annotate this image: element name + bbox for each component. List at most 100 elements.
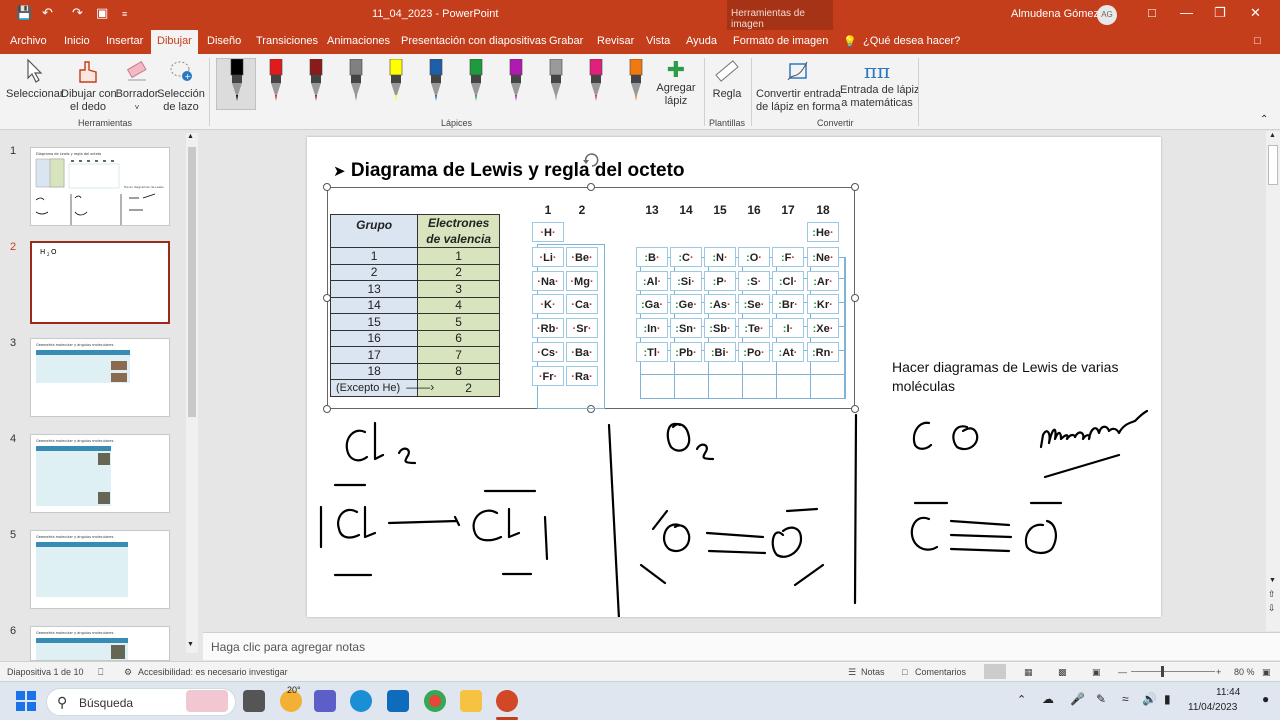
accessibility-status[interactable]: Accesibilidad: es necesario investigar [138,667,288,677]
thumbnail-scrollbar[interactable]: ▲ ▼ [186,133,198,653]
slide-thumbnail-3[interactable]: Geometría molecular y ángulos moleculare… [30,338,170,417]
pen-6-button[interactable] [427,58,445,103]
zoom-slider-thumb[interactable] [1161,666,1164,677]
zoom-level[interactable]: 80 % [1234,667,1255,677]
thumbnail-preview: H2O [40,248,57,257]
tab-presentacion[interactable]: Presentación con diapositivas [401,35,547,47]
pen-11-button[interactable] [627,58,645,103]
ink-to-math-button[interactable]: ππ Entrada de lápiz a matemáticas [840,58,920,110]
zoom-slider[interactable] [1131,671,1215,672]
slide-thumbnail-6[interactable]: Geometría molecular y ángulos moleculare… [30,626,170,661]
tab-revisar[interactable]: Revisar [597,35,634,47]
tab-ayuda[interactable]: Ayuda [686,35,717,47]
zoom-in-icon[interactable]: + [1216,667,1221,677]
comment-icon[interactable]: □ [1254,35,1261,47]
tab-archivo[interactable]: Archivo [10,35,47,47]
scroll-thumb[interactable] [1268,145,1278,185]
slide-thumbnail-4[interactable]: Geometría molecular y ángulos moleculare… [30,434,170,513]
slideshow-icon[interactable]: ▣ [96,5,108,21]
comments-icon[interactable]: □ [902,667,907,677]
select-button[interactable]: Seleccionar [6,58,63,101]
clock-time[interactable]: 11:44 [1216,687,1240,698]
notes-pane[interactable]: Haga clic para agregar notas [203,632,1280,660]
reading-view-icon[interactable]: ▩ [1058,667,1067,678]
edge-icon[interactable] [350,690,372,712]
ink-to-shape-button[interactable]: Convertir entrada de lápiz en forma [756,58,841,114]
tab-grabar[interactable]: Grabar [549,35,583,47]
battery-icon[interactable]: ▮ [1164,692,1171,706]
spellcheck-icon[interactable]: ⎕ [98,667,103,678]
windows-start-icon[interactable] [16,691,36,711]
slide[interactable]: ➤ Diagrama de Lewis y regla del octeto G… [307,137,1161,617]
add-pen-button[interactable]: ✚ Agregar lápiz [652,58,700,108]
zoom-out-icon[interactable]: — [1118,667,1127,677]
pen-4-button[interactable] [347,58,365,103]
mail-icon[interactable] [387,690,409,712]
slide-sorter-icon[interactable]: ▦ [1024,667,1033,678]
microphone-icon[interactable]: 🎤 [1070,692,1085,706]
tab-dibujar[interactable]: Dibujar [151,30,198,54]
pen-2-button[interactable] [267,58,285,103]
notes-icon[interactable]: ☰ [848,667,856,678]
eraser-button[interactable]: Borrador ˅ [115,58,159,114]
tell-me-search[interactable]: ¿Qué desea hacer? [863,35,960,47]
draw-finger-button[interactable]: Dibujar con el dedo [61,58,117,114]
wifi-icon[interactable]: ≈ [1122,692,1129,706]
close-icon[interactable]: ✕ [1250,5,1261,21]
minimize-icon[interactable]: — [1180,5,1193,20]
slide-thumbnail-1[interactable]: Diagrama de Lewis y regla del octeto Hac… [30,147,170,226]
chrome-icon[interactable] [424,690,446,712]
lasso-button[interactable]: + Selección de lazo [157,58,205,114]
scroll-up-icon[interactable]: ▲ [187,133,194,140]
clock-date[interactable]: 11/04/2023 [1188,702,1237,713]
prev-slide-icon[interactable]: ⇧ [1268,589,1276,600]
ruler-button[interactable]: Regla [708,58,746,101]
next-slide-icon[interactable]: ⇩ [1268,603,1276,614]
scroll-thumb[interactable] [188,147,196,417]
onedrive-icon[interactable]: ☁ [1042,692,1054,706]
customize-qat-icon[interactable]: ≡ [122,9,127,19]
tab-insertar[interactable]: Insertar [106,35,143,47]
accessibility-icon[interactable]: ⚙ [124,667,132,678]
pen-3-button[interactable] [307,58,325,103]
collapse-ribbon-icon[interactable]: ⌃ [1260,114,1268,125]
slide-scrollbar[interactable]: ▲ ▼ ⇧ ⇩ [1266,131,1280,631]
volume-icon[interactable]: 🔊 [1142,692,1157,706]
slide-thumbnail-5[interactable]: Geometría molecular y ángulos moleculare… [30,530,170,609]
powerpoint-icon[interactable] [496,690,518,712]
notification-icon[interactable]: ● [1262,692,1269,706]
tab-formato-imagen[interactable]: Formato de imagen [733,35,828,47]
avatar[interactable]: AG [1097,5,1117,25]
task-view-icon[interactable] [243,690,265,712]
normal-view-icon[interactable] [984,664,1006,679]
redo-icon[interactable]: ↷ [72,5,83,21]
maximize-icon[interactable]: ❐ [1214,5,1226,21]
undo-icon[interactable]: ↶ [42,5,53,21]
scroll-down-icon[interactable]: ▼ [1269,577,1276,584]
teams-icon[interactable] [314,690,336,712]
slideshow-view-icon[interactable]: ▣ [1092,667,1101,678]
comments-button[interactable]: Comentarios [915,667,966,677]
tab-inicio[interactable]: Inicio [64,35,90,47]
pen-7-button[interactable] [467,58,485,103]
ribbon-display-icon[interactable]: □ [1148,5,1156,20]
pen-1-button[interactable] [228,58,246,103]
scroll-down-icon[interactable]: ▼ [187,641,194,648]
tab-animaciones[interactable]: Animaciones [327,35,390,47]
pen-10-button[interactable] [587,58,605,103]
user-name[interactable]: Almudena Gómez [1011,8,1099,20]
tab-vista[interactable]: Vista [646,35,670,47]
fit-slide-icon[interactable]: ▣ [1262,667,1271,678]
save-icon[interactable]: 💾 [16,5,32,21]
tab-diseno[interactable]: Diseño [207,35,241,47]
scroll-up-icon[interactable]: ▲ [1269,132,1276,139]
tab-transiciones[interactable]: Transiciones [256,35,318,47]
chevron-up-icon[interactable]: ⌃ [1017,693,1026,706]
notes-button[interactable]: Notas [861,667,885,677]
pen-5-button[interactable] [387,58,405,103]
pen-8-button[interactable] [507,58,525,103]
slide-thumbnail-2[interactable]: H2O [30,241,170,324]
pen-icon[interactable]: ✎ [1096,692,1106,706]
file-explorer-icon[interactable] [460,690,482,712]
pen-9-button[interactable] [547,58,565,103]
